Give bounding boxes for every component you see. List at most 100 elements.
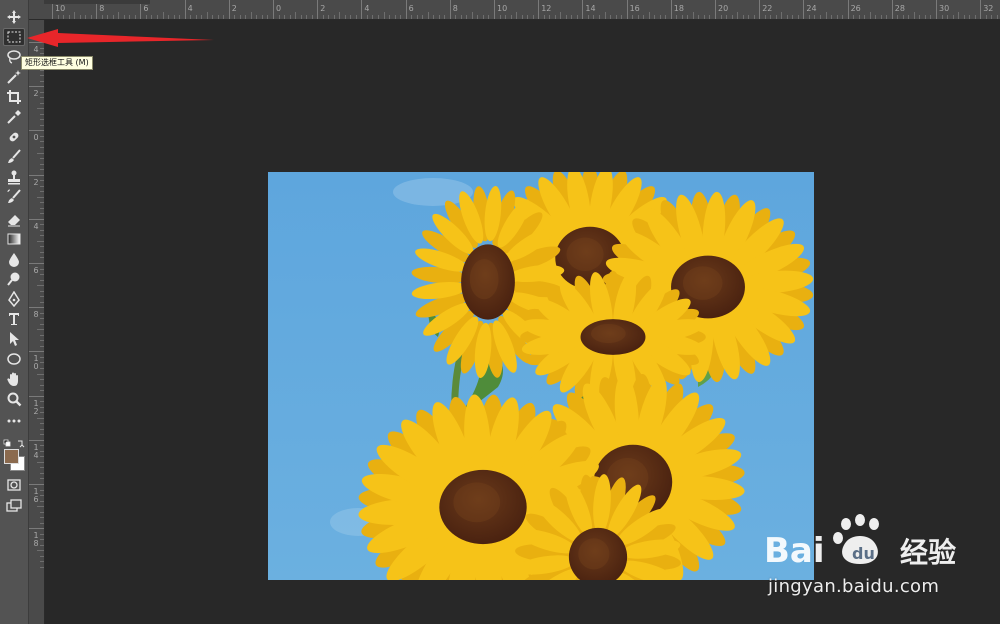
color-swap-controls[interactable] bbox=[3, 434, 25, 448]
ruler-label: 2 bbox=[33, 89, 39, 99]
ruler-tick bbox=[228, 0, 230, 19]
ruler-minor-tick bbox=[278, 15, 280, 19]
ruler-minor-tick bbox=[40, 296, 44, 298]
foreground-color-swatch[interactable] bbox=[4, 449, 19, 464]
ruler-minor-tick bbox=[372, 15, 374, 19]
ruler-minor-tick bbox=[37, 506, 44, 508]
ruler-minor-tick bbox=[195, 15, 197, 19]
ruler-minor-tick bbox=[40, 91, 44, 93]
ruler-label: 2 bbox=[33, 177, 39, 187]
magic-wand-tool-button[interactable] bbox=[3, 68, 25, 86]
ruler-minor-tick bbox=[40, 406, 44, 408]
crop-tool-icon bbox=[7, 90, 21, 104]
ruler-tick bbox=[803, 0, 805, 19]
ruler-label: 0 bbox=[276, 4, 282, 13]
sunflower-seed-highlight bbox=[590, 323, 626, 344]
crop-tool-button[interactable] bbox=[3, 88, 25, 106]
ruler-label: 18 bbox=[673, 4, 684, 13]
ruler-minor-tick bbox=[952, 15, 954, 19]
ruler-minor-tick bbox=[40, 268, 44, 270]
ellipse-tool-button[interactable] bbox=[3, 350, 25, 368]
ruler-minor-tick bbox=[112, 15, 114, 19]
ruler-minor-tick bbox=[477, 15, 479, 19]
ruler-minor-tick bbox=[808, 15, 810, 19]
ruler-minor-tick bbox=[587, 15, 589, 19]
ruler-label: 6 bbox=[33, 266, 39, 275]
ruler-minor-tick bbox=[190, 15, 192, 19]
ruler-minor-tick bbox=[400, 15, 402, 19]
ruler-minor-tick bbox=[819, 15, 821, 19]
ruler-minor-tick bbox=[40, 163, 44, 165]
ruler-minor-tick bbox=[37, 550, 44, 552]
ruler-minor-tick bbox=[295, 12, 297, 19]
ruler-tick bbox=[538, 0, 540, 19]
ruler-minor-tick bbox=[289, 15, 291, 19]
ruler-minor-tick bbox=[300, 15, 302, 19]
ruler-minor-tick bbox=[40, 334, 44, 336]
hand-tool-button[interactable] bbox=[3, 370, 25, 388]
ruler-minor-tick bbox=[101, 15, 103, 19]
ruler-tick bbox=[405, 0, 407, 19]
document-tab-strip[interactable] bbox=[44, 0, 150, 4]
screen-mode-button[interactable] bbox=[3, 497, 25, 515]
ruler-label: 18 bbox=[33, 531, 39, 549]
ruler-minor-tick bbox=[924, 15, 926, 19]
ruler-minor-tick bbox=[344, 15, 346, 19]
ruler-minor-tick bbox=[665, 15, 667, 19]
ruler-minor-tick bbox=[245, 15, 247, 19]
document-canvas[interactable] bbox=[268, 172, 814, 580]
history-brush-tool-button[interactable] bbox=[3, 188, 25, 206]
eyedropper-tool-button[interactable] bbox=[3, 108, 25, 126]
ruler-minor-tick bbox=[57, 15, 59, 19]
ruler-minor-tick bbox=[40, 224, 44, 226]
sunflower-seed-highlight bbox=[453, 482, 501, 523]
ruler-label: 4 bbox=[187, 4, 193, 13]
ruler-minor-tick bbox=[40, 158, 44, 160]
ruler-minor-tick bbox=[615, 15, 617, 19]
ruler-minor-tick bbox=[217, 15, 219, 19]
type-tool-button[interactable] bbox=[3, 310, 25, 328]
ruler-minor-tick bbox=[40, 180, 44, 182]
ruler-minor-tick bbox=[40, 533, 44, 535]
ruler-minor-tick bbox=[427, 12, 429, 19]
clone-stamp-tool-button[interactable] bbox=[3, 168, 25, 186]
ruler-minor-tick bbox=[40, 97, 44, 99]
ruler-minor-tick bbox=[267, 15, 269, 19]
ruler-minor-tick bbox=[549, 15, 551, 19]
ruler-minor-tick bbox=[455, 15, 457, 19]
eraser-tool-button[interactable] bbox=[3, 210, 25, 228]
ruler-minor-tick bbox=[593, 15, 595, 19]
ruler-minor-tick bbox=[886, 15, 888, 19]
ruler-tick bbox=[28, 174, 44, 176]
ruler-minor-tick bbox=[543, 15, 545, 19]
mores-tool-button[interactable] bbox=[3, 412, 25, 430]
ruler-minor-tick bbox=[40, 80, 44, 82]
blur-tool-icon bbox=[9, 253, 19, 267]
rectangular-marquee-tool-button[interactable] bbox=[3, 28, 25, 46]
ruler-minor-tick bbox=[339, 12, 341, 19]
ruler-minor-tick bbox=[129, 15, 131, 19]
zoom-tool-button[interactable] bbox=[3, 390, 25, 408]
ruler-minor-tick bbox=[40, 246, 44, 248]
dodge-tool-button[interactable] bbox=[3, 270, 25, 288]
ruler-minor-tick bbox=[40, 362, 44, 364]
ruler-minor-tick bbox=[786, 15, 788, 19]
ruler-minor-tick bbox=[40, 511, 44, 513]
ruler-minor-tick bbox=[366, 15, 368, 19]
zoom-tool-icon bbox=[7, 392, 22, 407]
blur-tool-button[interactable] bbox=[3, 250, 25, 268]
ruler-tick bbox=[28, 42, 44, 43]
ruler-minor-tick bbox=[720, 15, 722, 19]
healing-brush-tool-button[interactable] bbox=[3, 128, 25, 146]
brush-tool-button[interactable] bbox=[3, 148, 25, 166]
ruler-minor-tick bbox=[250, 12, 252, 19]
ruler-minor-tick bbox=[858, 15, 860, 19]
path-selection-tool-button[interactable] bbox=[3, 330, 25, 348]
pen-tool-button[interactable] bbox=[3, 290, 25, 308]
gradient-tool-button[interactable] bbox=[3, 230, 25, 248]
ruler-minor-tick bbox=[74, 12, 76, 19]
move-tool-button[interactable] bbox=[3, 8, 25, 26]
quick-mask-button[interactable] bbox=[3, 476, 25, 494]
ruler-label: 10 bbox=[497, 4, 508, 13]
ruler-label: 2 bbox=[231, 4, 237, 13]
